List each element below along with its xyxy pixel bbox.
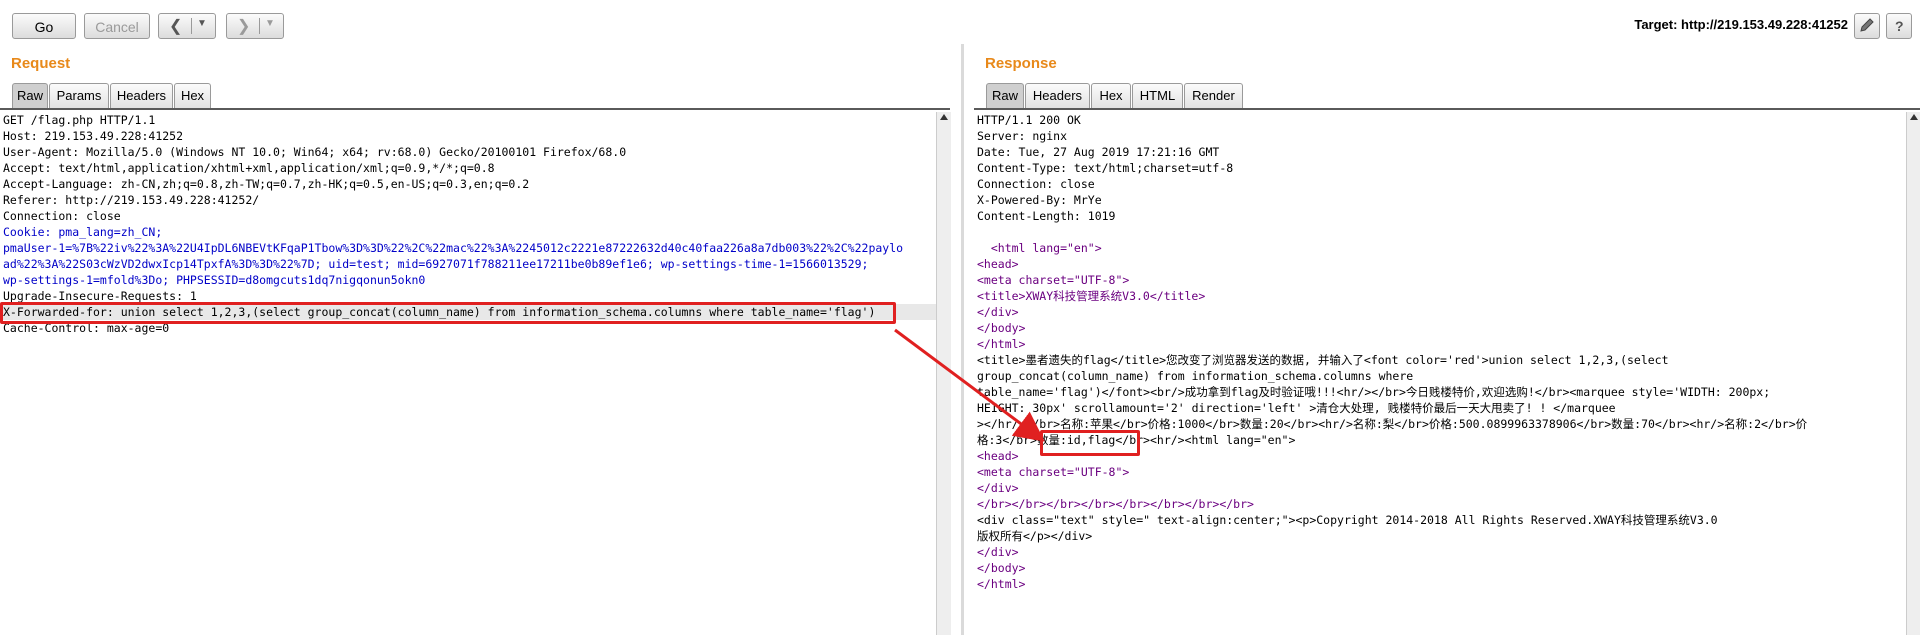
arrow-line xyxy=(894,328,1045,442)
annotation-arrow xyxy=(894,328,1045,442)
